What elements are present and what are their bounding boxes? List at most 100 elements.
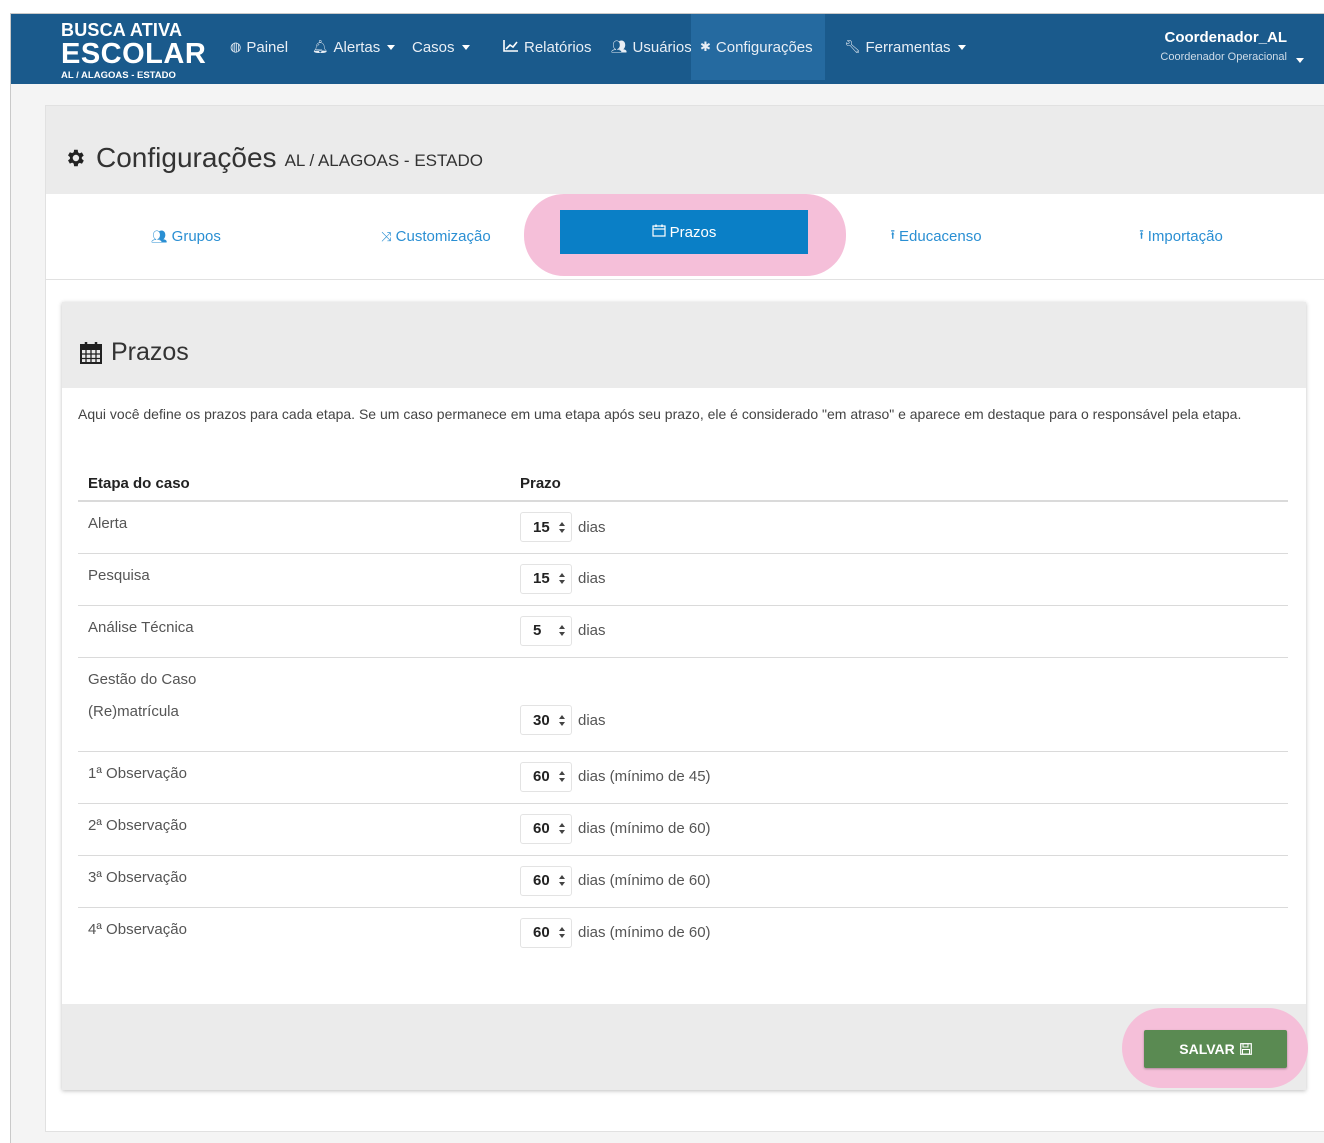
deadline-stepper[interactable]: 60 [520,761,572,792]
deadline-stepper[interactable]: 15 [520,563,572,594]
stage-label: (Re)matrícula [78,699,510,752]
settings-tabs: 👥︎ Grupos ⤨ Customização Prazos ⭱ Educac… [46,194,1324,280]
users-icon: 👥︎ [611,39,628,54]
table-row: 4ª Observação 60 dias (mínimo de 60) [78,907,1288,959]
upload-icon: ⭱ [1139,226,1144,242]
nav-relatorios[interactable]: Relatórios [494,14,601,80]
nav-usuarios[interactable]: 👥︎ Usuários [602,14,701,80]
chevron-down-icon [461,44,470,50]
stage-label: 1ª Observação [78,751,510,804]
deadlines-panel: Prazos Aqui você define os prazos para c… [62,302,1308,1090]
panel-footer: SALVAR [62,1004,1308,1090]
tab-customizacao[interactable]: ⤨ Customização [366,194,506,279]
page-title-text: Configurações [96,142,277,173]
spinner-arrows-icon[interactable] [559,823,565,834]
tab-educacenso[interactable]: ⭱ Educacenso [866,194,1006,279]
gear-icon [68,149,84,167]
gear-icon: ✱ [700,39,711,54]
chevron-down-icon [957,44,966,50]
deadline-value: 60 [533,820,550,837]
table-row: 3ª Observação 60 dias (mínimo de 60) [78,855,1288,908]
table-row: 1ª Observação 60 dias (mínimo de 45) [78,751,1288,804]
spinner-arrows-icon[interactable] [559,625,565,636]
deadline-stepper[interactable]: 60 [520,813,572,844]
deadlines-panel-header: Prazos [62,302,1306,388]
deadline-stepper[interactable]: 60 [520,865,572,896]
settings-card: Configurações AL / ALAGOAS - ESTADO 👥︎ G… [45,105,1324,1132]
tab-importacao[interactable]: ⭱ Importação [1111,194,1251,279]
stage-label: 2ª Observação [78,803,510,856]
nav-painel-label: Painel [246,38,289,56]
deadline-unit: dias (mínimo de 60) [578,924,711,941]
deadline-unit: dias (mínimo de 45) [578,768,711,785]
stage-label: Pesquisa [78,553,510,606]
top-navbar: BUSCA ATIVA ESCOLAR AL / ALAGOAS - ESTAD… [11,14,1324,84]
deadline-unit: dias [578,518,606,536]
user-menu-chevron-icon[interactable] [1296,58,1304,63]
tab-customizacao-label: Customização [395,228,491,245]
tab-prazos-label: Prazos [669,223,717,241]
chevron-down-icon [387,44,396,50]
stage-label: 4ª Observação [88,920,187,938]
nav-alertas[interactable]: 🔔︎ Alertas [303,14,404,80]
brand-line2: ESCOLAR [61,38,207,70]
spinner-arrows-icon[interactable] [559,771,565,782]
panel-title-text: Prazos [111,338,189,366]
stage-label: Gestão do Caso [88,670,197,688]
page-subtitle: AL / ALAGOAS - ESTADO [284,151,483,170]
deadline-value: 5 [533,622,542,639]
dashboard-icon: ◍ [230,39,242,54]
stage-label: 3ª Observação [78,855,510,908]
nav-ferramentas[interactable]: 🔧︎ Ferramentas [835,14,975,80]
brand-line1: BUSCA ATIVA [61,20,183,40]
nav-casos[interactable]: Casos [403,14,479,80]
bell-icon: 🔔︎ [312,39,329,54]
nav-painel[interactable]: ◍ Painel [221,14,297,80]
deadline-stepper[interactable]: 30 [520,705,572,735]
deadline-stepper[interactable]: 5 [520,615,572,646]
deadline-value: 60 [533,872,550,889]
description-text: Aqui você define os prazos para cada eta… [78,406,1242,422]
table-row: (Re)matrícula 30 dias [78,699,1288,752]
line-chart-icon [503,39,519,55]
deadline-unit: dias [578,622,606,639]
user-role: Coordenador Operacional [1160,51,1287,63]
wrench-icon: 🔧︎ [844,39,861,54]
page-title: Configurações AL / ALAGOAS - ESTADO [64,142,483,174]
calendar-icon [652,224,666,240]
table-row: Análise Técnica 5 dias [78,605,1288,658]
spinner-arrows-icon[interactable] [559,714,565,726]
save-button[interactable]: SALVAR [1144,1030,1287,1068]
brand-logo[interactable]: BUSCA ATIVA ESCOLAR AL / ALAGOAS - ESTAD… [61,21,206,81]
user-menu[interactable]: Coordenador_AL Coordenador Operacional [1160,29,1287,63]
table-row: Pesquisa 15 dias [78,553,1288,606]
settings-header: Configurações AL / ALAGOAS - ESTADO [46,106,1324,194]
deadline-value: 15 [533,570,550,587]
tab-prazos[interactable]: Prazos [560,210,808,254]
nav-configuracoes-label: Configurações [715,38,813,56]
tab-importacao-label: Importação [1147,228,1223,245]
deadline-value: 60 [533,768,550,785]
spinner-arrows-icon[interactable] [559,573,565,584]
user-name: Coordenador_AL [1164,29,1287,46]
table-row: 2ª Observação 60 dias (mínimo de 60) [78,803,1288,856]
nav-configuracoes[interactable]: ✱ Configurações [691,14,825,80]
tab-grupos[interactable]: 👥︎ Grupos [116,194,256,279]
save-button-label: SALVAR [1179,1041,1235,1057]
deadline-value: 60 [533,924,550,941]
spinner-arrows-icon[interactable] [559,521,565,533]
stage-label: Alerta [78,501,510,554]
nav-usuarios-label: Usuários [632,38,692,56]
floppy-disk-icon [1239,1043,1252,1055]
col-deadline-header: Prazo [510,466,1288,502]
nav-ferramentas-label: Ferramentas [865,38,951,56]
panel-title: Prazos [79,338,189,367]
deadline-stepper[interactable]: 60 [520,917,572,948]
deadline-stepper[interactable]: 15 [520,512,572,542]
spinner-arrows-icon[interactable] [559,927,565,938]
table-row: Gestão do Caso [78,657,1288,699]
spinner-arrows-icon[interactable] [559,875,565,886]
nav-alertas-label: Alertas [333,38,381,56]
table-row: Alerta 15 dias [78,501,1288,554]
tab-grupos-label: Grupos [171,228,221,245]
